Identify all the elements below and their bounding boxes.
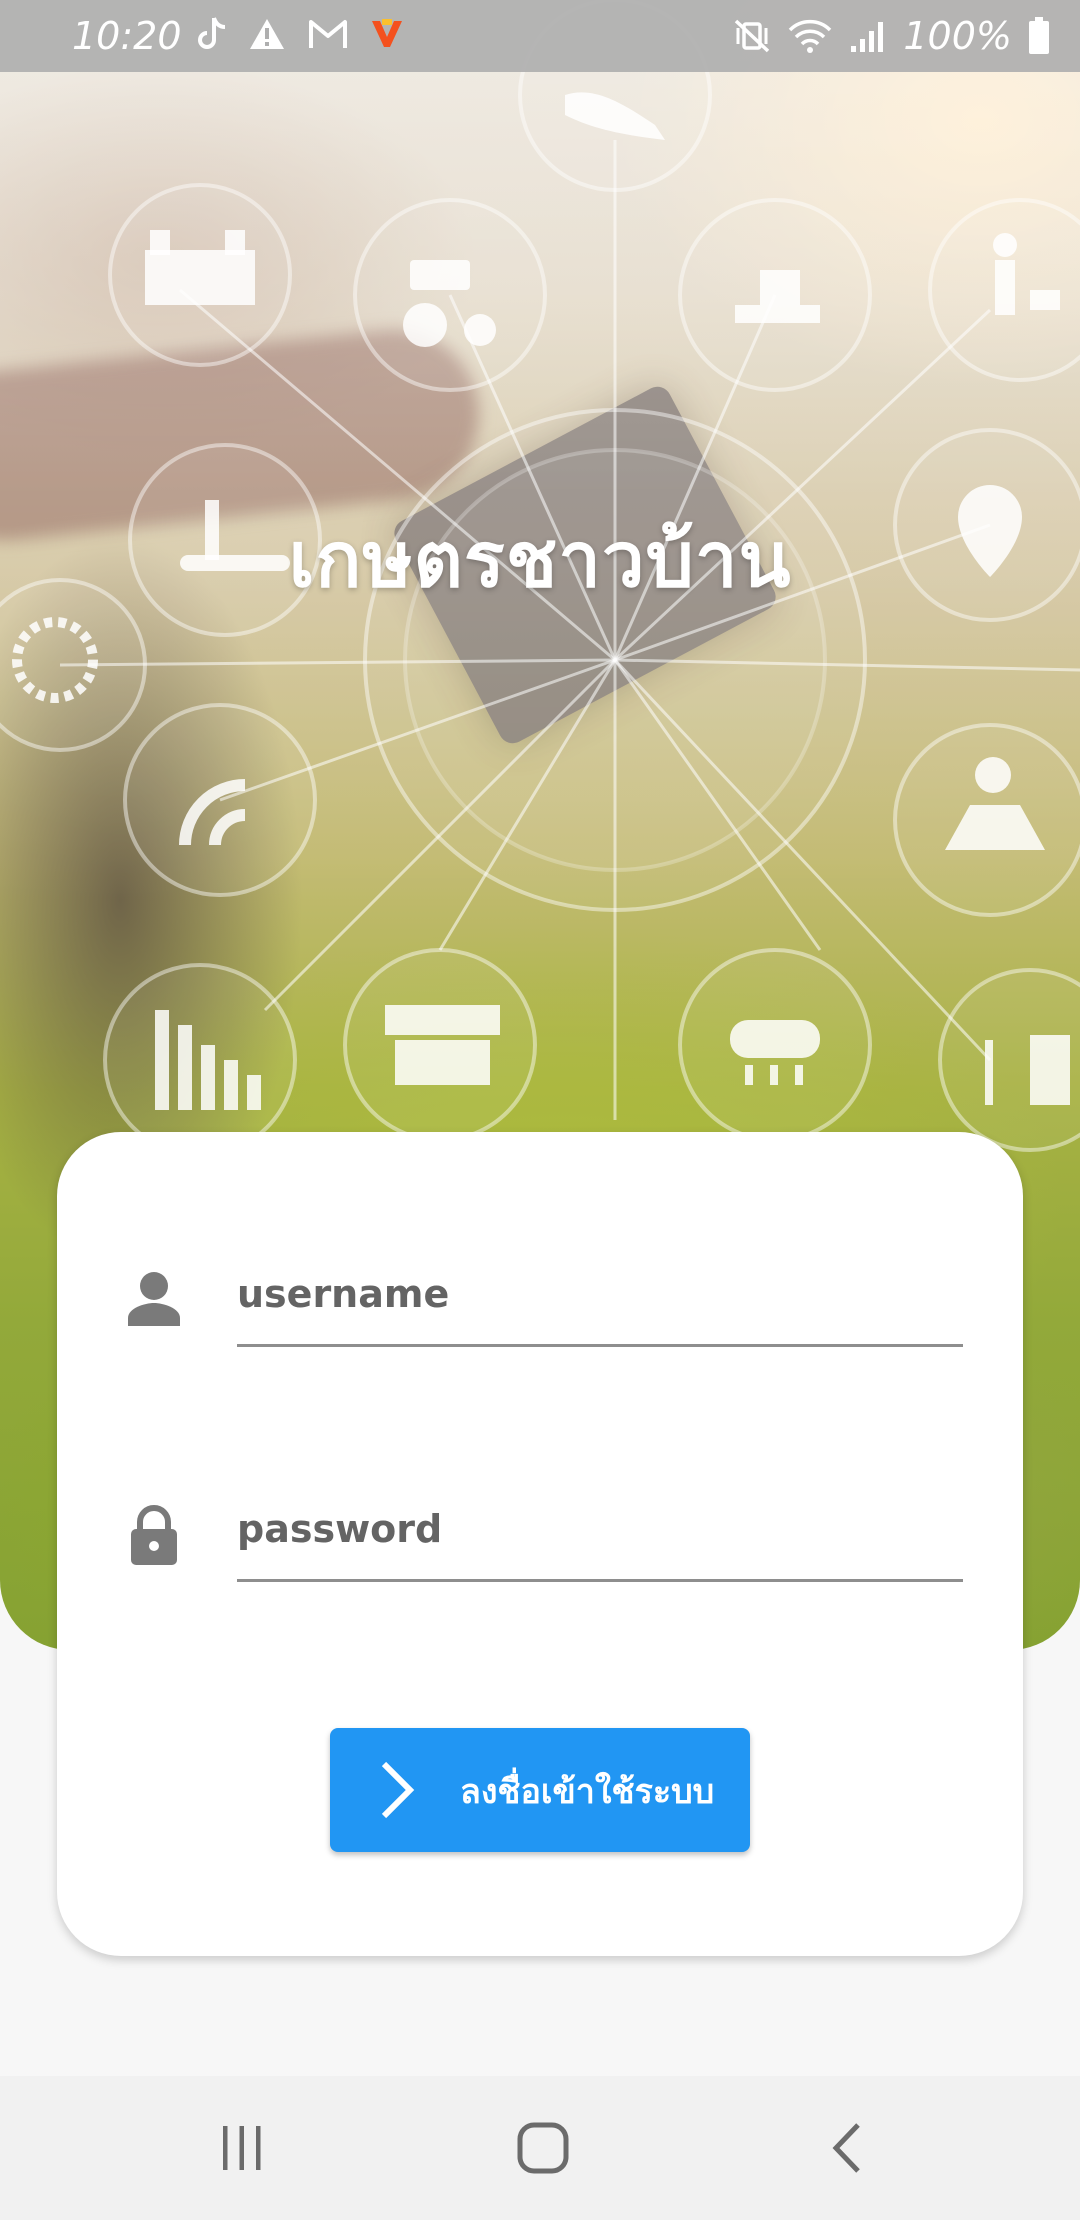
login-card: ลงชื่อเข้าใช้ระบบ [57, 1132, 1023, 1956]
back-icon [832, 2123, 860, 2173]
app-icon [372, 19, 402, 47]
wifi-icon [789, 19, 832, 53]
status-time: 10:20 [72, 14, 182, 58]
person-icon [128, 1272, 180, 1326]
gmail-icon [309, 20, 347, 48]
chevron-right-icon [381, 1761, 415, 1819]
username-underline [237, 1344, 963, 1347]
status-bar: 10:20 100% [0, 0, 1080, 72]
signal-icon [851, 22, 884, 52]
recent-apps-icon [223, 2126, 261, 2170]
app-title: เกษตรชาวบ้าน [288, 515, 792, 604]
back-button[interactable] [806, 2112, 886, 2184]
navigation-bar [0, 2076, 1080, 2220]
login-button-label: ลงชื่อเข้าใช้ระบบ [460, 1772, 715, 1812]
system-status-icons: 100% [733, 14, 1050, 58]
store-icon [385, 1005, 500, 1085]
username-field [57, 1222, 1023, 1372]
password-input[interactable] [237, 1487, 963, 1571]
login-button[interactable]: ลงชื่อเข้าใช้ระบบ [330, 1728, 750, 1852]
tiktok-icon [198, 17, 226, 49]
password-underline [237, 1579, 963, 1582]
lock-icon [131, 1505, 177, 1565]
battery-percent: 100% [903, 14, 1012, 58]
notification-icons [198, 16, 404, 52]
vibrate-mute-icon [735, 19, 770, 53]
warning-icon [250, 19, 284, 49]
battery-icon [1029, 17, 1049, 54]
username-input[interactable] [237, 1252, 963, 1336]
recent-apps-button[interactable] [202, 2112, 282, 2184]
password-field [57, 1457, 1023, 1607]
home-button[interactable] [503, 2112, 583, 2184]
home-icon [517, 2122, 569, 2174]
